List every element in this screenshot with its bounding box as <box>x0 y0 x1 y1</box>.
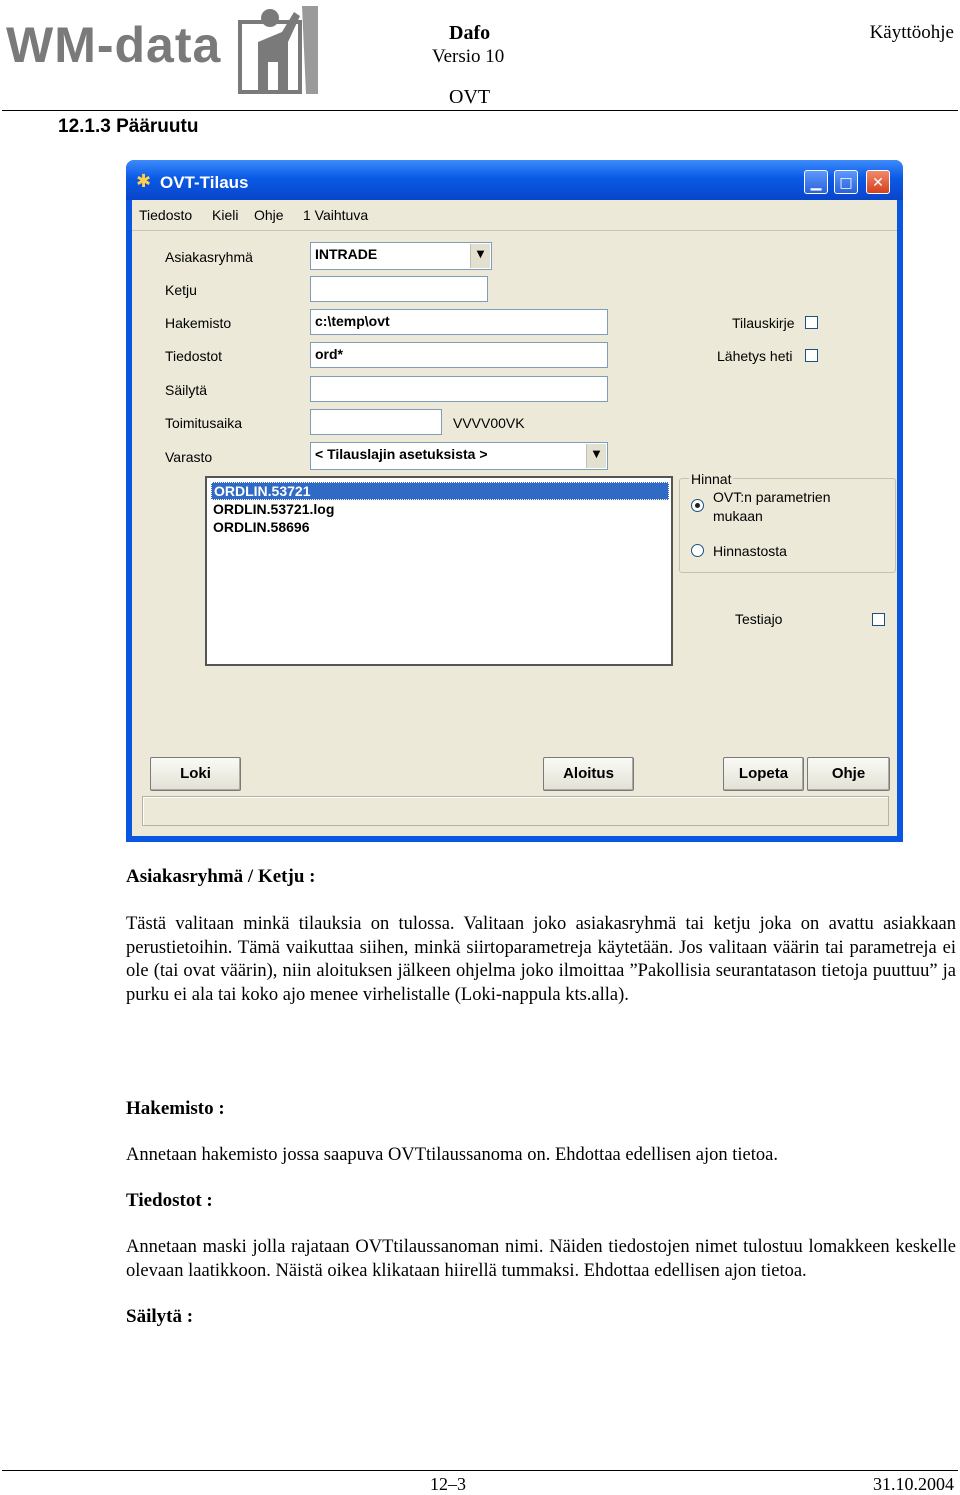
hinnat-option2: Hinnastosta <box>713 543 787 559</box>
testiajo-checkbox[interactable] <box>872 613 885 626</box>
hinnat-hinnasto-radio[interactable] <box>691 544 704 557</box>
header-rule <box>2 110 958 111</box>
hinnat-option1-line1: OVT:n parametrien <box>713 489 831 505</box>
hinnat-parametrit-radio[interactable] <box>691 499 704 512</box>
tiedostot-input[interactable]: ord* <box>310 342 608 368</box>
ketju-input[interactable] <box>310 276 488 302</box>
list-item[interactable]: ORDLIN.53721.log <box>211 501 336 517</box>
list-item[interactable]: ORDLIN.53721 <box>211 482 669 500</box>
footer-rule <box>2 1470 958 1471</box>
loki-button[interactable]: Loki <box>150 757 241 791</box>
toimitusaika-input[interactable] <box>310 409 442 435</box>
sailyta-label: Säilytä <box>165 382 208 398</box>
ohje-button[interactable]: Ohje <box>807 757 890 791</box>
list-item[interactable]: ORDLIN.58696 <box>211 519 311 535</box>
toimitusaika-label: Toimitusaika <box>165 415 243 431</box>
lahetys-heti-label: Lähetys heti <box>717 348 793 364</box>
minimize-icon[interactable]: ▁ <box>804 170 828 194</box>
maximize-icon[interactable]: □ <box>834 170 858 194</box>
menu-bar: Tiedosto Kieli Ohje 1 Vaihtuva <box>132 200 897 231</box>
app-icon: ✱ <box>136 171 152 192</box>
paragraph-tiedostot: Annetaan maski jolla rajataan OVTtilauss… <box>126 1237 956 1281</box>
sailyta-input[interactable] <box>310 376 608 402</box>
menu-vaihtuva[interactable]: 1 Vaihtuva <box>303 207 368 223</box>
window-client: Tiedosto Kieli Ohje 1 Vaihtuva Asiakasry… <box>132 200 897 836</box>
lahetys-heti-checkbox[interactable] <box>805 349 818 362</box>
window-title: OVT-Tilaus <box>160 173 249 192</box>
hinnat-legend: Hinnat <box>689 471 734 487</box>
paragraph-asiakasryhma: Tästä valitaan minkä tilauksia on tuloss… <box>126 914 956 1005</box>
doc-title: Dafo <box>449 22 491 44</box>
varasto-label: Varasto <box>165 449 213 465</box>
hakemisto-label: Hakemisto <box>165 315 232 331</box>
paragraph-hakemisto: Annetaan hakemisto jossa saapuva OVTtila… <box>126 1145 778 1165</box>
doc-subtitle: OVT <box>449 86 491 108</box>
menu-tiedosto[interactable]: Tiedosto <box>139 207 192 223</box>
close-icon[interactable]: ✕ <box>866 170 890 194</box>
tiedostot-label: Tiedostot <box>165 348 223 364</box>
menu-ohje[interactable]: Ohje <box>254 207 284 223</box>
heading-sailyta: Säilytä : <box>126 1306 194 1327</box>
tilauskirje-label: Tilauskirje <box>732 315 795 331</box>
file-listbox[interactable]: ORDLIN.53721 ORDLIN.53721.log ORDLIN.586… <box>205 476 673 666</box>
doc-version: Versio 10 <box>432 46 505 67</box>
page-number: 12–3 <box>430 1474 466 1494</box>
heading-asiakasryhma: Asiakasryhmä / Ketju : <box>126 866 316 887</box>
status-bar <box>142 796 889 826</box>
heading-hakemisto: Hakemisto : <box>126 1098 225 1119</box>
ketju-label: Ketju <box>165 282 197 298</box>
section-title: 12.1.3 Pääruutu <box>58 116 199 137</box>
ovt-tilaus-window: ✱ OVT-Tilaus ▁ □ ✕ Tiedosto Kieli Ohje 1… <box>126 160 903 842</box>
lopeta-button[interactable]: Lopeta <box>723 757 804 791</box>
heading-tiedostot: Tiedostot : <box>126 1190 213 1211</box>
hinnat-option1-line2: mukaan <box>713 508 763 524</box>
varasto-select[interactable]: < Tilauslajin asetuksista > ▼ <box>310 442 608 470</box>
tilauskirje-checkbox[interactable] <box>805 316 818 329</box>
window-titlebar[interactable]: ✱ OVT-Tilaus ▁ □ ✕ <box>126 160 903 200</box>
wm-data-logo: WM-data <box>6 2 318 94</box>
doc-type: Käyttöohje <box>869 22 954 43</box>
menu-kieli[interactable]: Kieli <box>212 207 238 223</box>
testiajo-label: Testiajo <box>735 611 783 627</box>
asiakasryhma-select[interactable]: INTRADE ▼ <box>310 242 492 270</box>
date-format-hint: VVVV00VK <box>453 415 525 431</box>
aloitus-button[interactable]: Aloitus <box>543 757 634 791</box>
chevron-down-icon[interactable]: ▼ <box>470 244 490 268</box>
hakemisto-input[interactable]: c:\temp\ovt <box>310 309 608 335</box>
asiakasryhma-label: Asiakasryhmä <box>165 249 253 265</box>
logo-figure-icon <box>238 6 318 94</box>
footer-date: 31.10.2004 <box>873 1474 954 1494</box>
chevron-down-icon[interactable]: ▼ <box>586 444 606 468</box>
